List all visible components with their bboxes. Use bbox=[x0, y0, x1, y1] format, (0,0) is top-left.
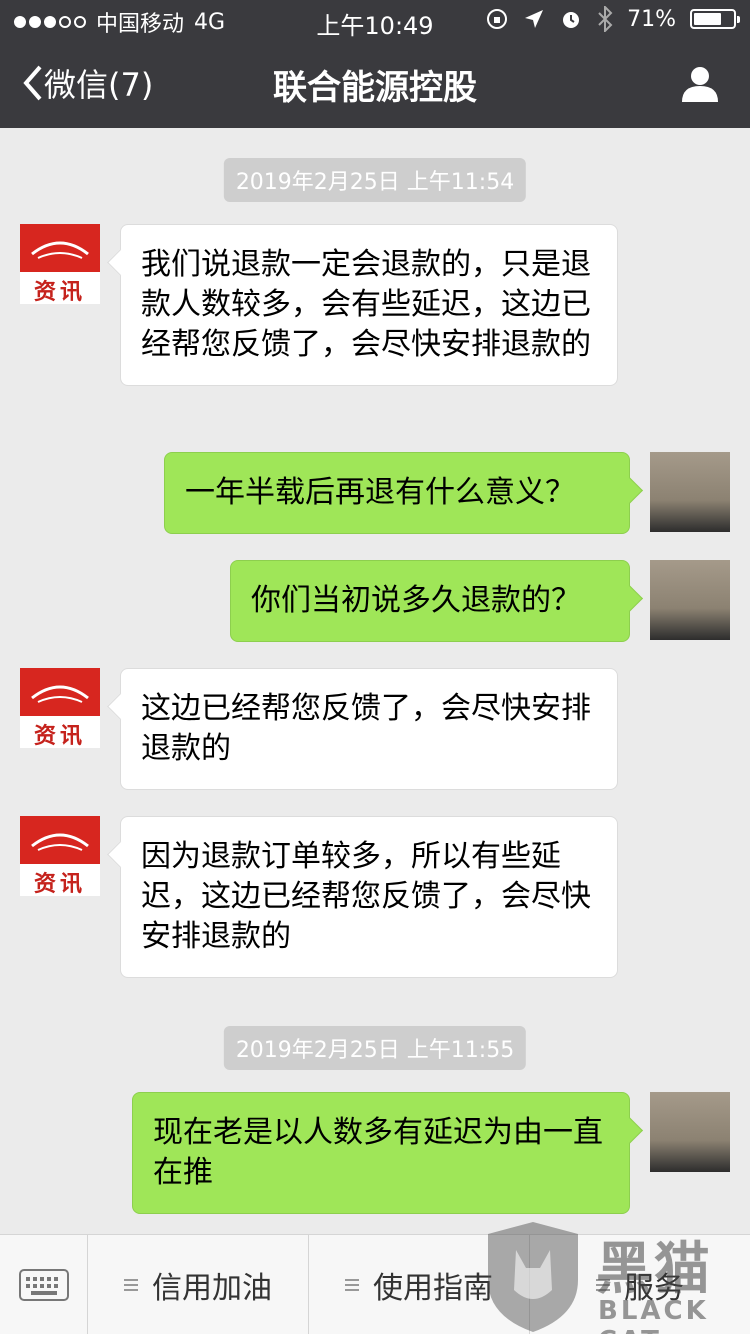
menu-icon bbox=[596, 1278, 610, 1291]
menu-item-credit-fuel[interactable]: 信用加油 bbox=[88, 1235, 309, 1334]
message-bubble[interactable]: 我们说退款一定会退款的，只是退款人数较多，会有些延迟，这边已经帮您反馈了，会尽快… bbox=[120, 224, 618, 386]
nav-bar: 微信(7) 联合能源控股 bbox=[0, 40, 750, 128]
news-label: 资讯 bbox=[33, 871, 86, 896]
news-label: 资讯 bbox=[33, 279, 86, 304]
timestamp: 2019年2月25日 上午11:54 bbox=[223, 158, 527, 202]
car-logo-icon bbox=[31, 241, 89, 259]
message-bubble[interactable]: 一年半载后再退有什么意义？ bbox=[164, 452, 630, 534]
menu-icon bbox=[345, 1278, 359, 1291]
alarm-icon bbox=[563, 12, 580, 28]
news-label: 资讯 bbox=[33, 723, 86, 748]
car-logo-icon bbox=[31, 685, 89, 703]
bottom-menu: 信用加油 使用指南 服务 bbox=[0, 1234, 750, 1334]
menu-label: 服务 bbox=[624, 1270, 684, 1306]
bluetooth-icon bbox=[598, 6, 613, 32]
sender-avatar[interactable]: 资讯 bbox=[20, 668, 100, 748]
timestamp: 2019年2月25日 上午11:55 bbox=[223, 1026, 527, 1070]
rotation-lock-icon bbox=[487, 9, 508, 29]
menu-item-guide[interactable]: 使用指南 bbox=[309, 1235, 530, 1334]
message-bubble[interactable]: 这边已经帮您反馈了，会尽快安排退款的 bbox=[120, 668, 618, 790]
keyboard-icon bbox=[18, 1268, 69, 1301]
menu-item-service[interactable]: 服务 bbox=[530, 1235, 750, 1334]
sender-avatar[interactable]: 资讯 bbox=[20, 816, 100, 896]
chat-title: 联合能源控股 bbox=[273, 68, 477, 108]
location-icon bbox=[525, 10, 544, 28]
menu-label: 使用指南 bbox=[373, 1270, 493, 1306]
battery-percent: 71% bbox=[627, 6, 676, 32]
menu-label: 信用加油 bbox=[152, 1270, 272, 1306]
message-bubble[interactable]: 因为退款订单较多，所以有些延迟，这边已经帮您反馈了，会尽快安排退款的 bbox=[120, 816, 618, 978]
message-bubble[interactable]: 你们当初说多久退款的？ bbox=[230, 560, 630, 642]
profile-button[interactable] bbox=[680, 64, 720, 108]
battery-icon bbox=[690, 9, 740, 29]
status-bar: 中国移动 4G 上午10:49 71% bbox=[0, 0, 750, 40]
user-avatar[interactable] bbox=[650, 452, 730, 532]
person-icon bbox=[682, 67, 718, 102]
message-bubble[interactable]: 现在老是以人数多有延迟为由一直在推 bbox=[132, 1092, 630, 1214]
keyboard-toggle-button[interactable] bbox=[0, 1235, 88, 1334]
sender-avatar[interactable]: 资讯 bbox=[20, 224, 100, 304]
menu-icon bbox=[124, 1278, 138, 1291]
user-avatar[interactable] bbox=[650, 1092, 730, 1172]
chat-area[interactable]: 2019年2月25日 上午11:54 资讯 我们说退款一定会退款的，只是退款人数… bbox=[0, 128, 750, 1234]
user-avatar[interactable] bbox=[650, 560, 730, 640]
top-bar: 中国移动 4G 上午10:49 71% 微信(7) 联合能源控股 bbox=[0, 0, 750, 128]
car-logo-icon bbox=[31, 833, 89, 851]
